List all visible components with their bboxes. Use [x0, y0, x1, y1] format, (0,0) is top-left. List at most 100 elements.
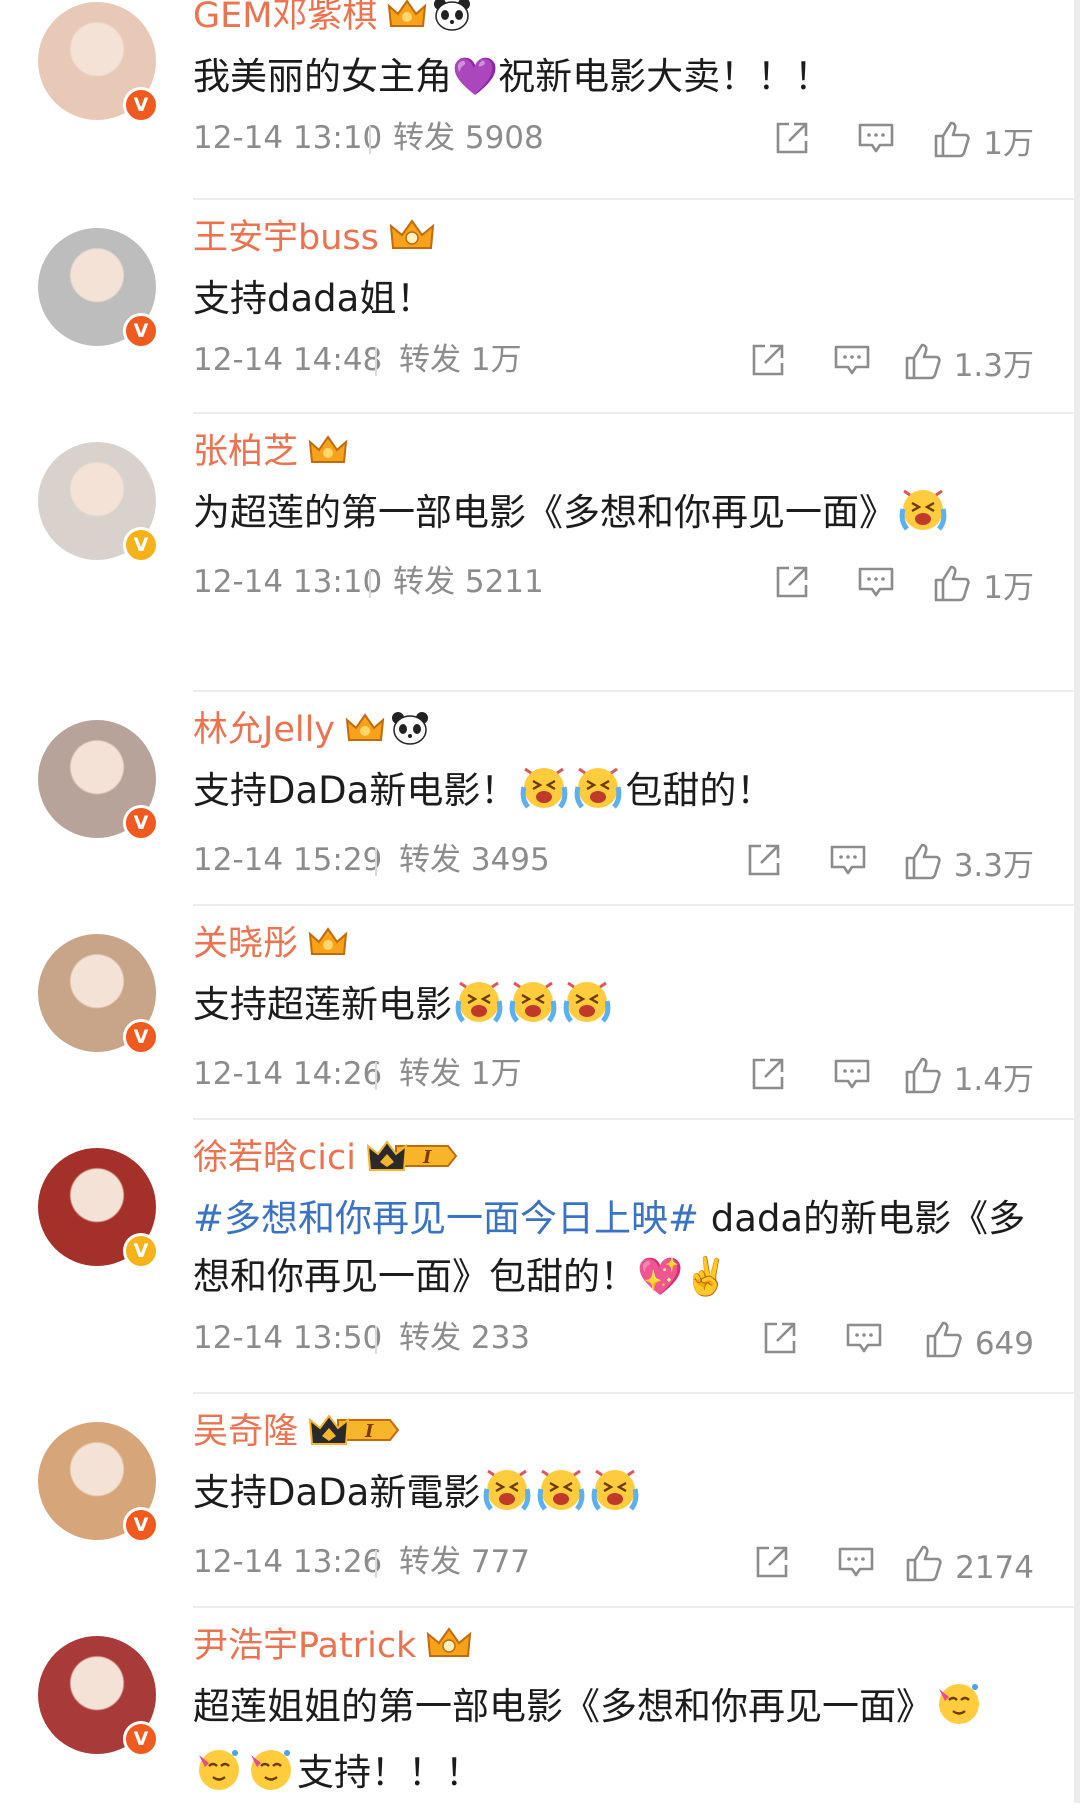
comment-text: 我美丽的女主角💜祝新电影大卖！！！	[193, 48, 1034, 106]
divider	[375, 348, 377, 376]
comment-icon[interactable]	[836, 1542, 876, 1582]
comment-meta: 12-14 14:48 转发 1万 1.3万	[193, 340, 1034, 384]
crown-icon	[389, 218, 435, 258]
verified-badge-icon: V	[123, 527, 159, 563]
comment-meta: 12-14 13:10 转发 5908 1万	[193, 118, 1034, 162]
fan-rank-icon: I	[308, 1412, 402, 1452]
comment-list: V GEM邓紫棋 我美丽的女主角💜祝新电影大卖！！！ 12-14 13:10 转…	[0, 0, 1080, 1803]
username[interactable]: 林允Jelly	[193, 708, 335, 752]
verified-badge-icon: V	[123, 313, 159, 349]
scrollbar[interactable]	[1074, 0, 1080, 1803]
comment-icon[interactable]	[832, 1054, 872, 1094]
repost-count[interactable]: 转发 1万	[399, 1054, 522, 1094]
verified-badge-icon: V	[123, 87, 159, 123]
timestamp: 12-14 15:29	[193, 842, 383, 878]
comment-text: 支持DaDa新电影！ 包甜的！	[193, 762, 1034, 828]
repost-icon[interactable]	[752, 1542, 792, 1582]
repost-icon[interactable]	[772, 118, 812, 158]
comment-body: 我美丽的女主角💜祝新电影大卖！！！	[193, 55, 832, 98]
comment-icon[interactable]	[832, 340, 872, 380]
like-icon	[902, 840, 944, 892]
divider	[375, 1326, 377, 1354]
repost-icon[interactable]	[760, 1318, 800, 1358]
like-button[interactable]: 1.4万	[892, 1054, 1034, 1106]
like-button[interactable]: 1万	[921, 562, 1034, 614]
repost-count[interactable]: 转发 5908	[393, 118, 544, 158]
like-count: 2174	[955, 1550, 1034, 1586]
avatar[interactable]: V	[38, 720, 159, 841]
comment-icon[interactable]	[828, 840, 868, 880]
avatar[interactable]: V	[38, 228, 159, 349]
hashtag-link[interactable]: #多想和你再见一面今日上映#	[193, 1197, 699, 1240]
verified-badge-icon: V	[123, 805, 159, 841]
verified-badge-icon: V	[123, 1721, 159, 1757]
repost-icon[interactable]	[748, 1054, 788, 1094]
like-count: 1万	[983, 570, 1034, 606]
repost-icon[interactable]	[744, 840, 784, 880]
divider	[375, 848, 377, 876]
svg-text:I: I	[364, 1421, 374, 1442]
like-button[interactable]: 2174	[893, 1542, 1034, 1594]
comment-divider	[193, 1118, 1080, 1120]
timestamp: 12-14 13:50	[193, 1320, 383, 1356]
comment-meta: 12-14 15:29 转发 3495 3.3万	[193, 840, 1034, 884]
comment-text: 为超莲的第一部电影《多想和你再见一面》	[193, 484, 1034, 550]
comment-text: 支持DaDa新電影	[193, 1464, 1034, 1530]
repost-icon[interactable]	[748, 340, 788, 380]
like-icon	[902, 340, 944, 392]
comment-divider	[193, 198, 1080, 200]
username[interactable]: 尹浩宇Patrick	[193, 1624, 416, 1668]
laugh-cry-emoji-icon	[590, 1465, 640, 1530]
avatar[interactable]: V	[38, 1636, 159, 1757]
avatar[interactable]: V	[38, 934, 159, 1055]
like-button[interactable]: 649	[913, 1318, 1034, 1370]
repost-icon[interactable]	[772, 562, 812, 602]
crown-icon	[308, 924, 348, 964]
username[interactable]: 王安宇buss	[193, 216, 379, 260]
comment-divider	[193, 412, 1080, 414]
timestamp: 12-14 13:10	[193, 120, 383, 156]
comment-text: 支持dada姐！	[193, 270, 1034, 328]
comment-text: #多想和你再见一面今日上映# dada的新电影《多想和你再见一面》包甜的！💖✌️	[193, 1190, 1034, 1306]
verified-badge-icon: V	[123, 1019, 159, 1055]
repost-count[interactable]: 转发 3495	[399, 840, 550, 880]
like-count: 1.3万	[953, 348, 1034, 384]
comment-icon[interactable]	[856, 562, 896, 602]
like-button[interactable]: 1.3万	[892, 340, 1034, 392]
crown-icon	[308, 432, 348, 472]
timestamp: 12-14 13:10	[193, 564, 383, 600]
repost-count[interactable]: 转发 777	[399, 1542, 530, 1582]
fan-rank-icon: I	[366, 1138, 460, 1178]
comment-body: 为超莲的第一部电影《多想和你再见一面》	[193, 491, 896, 534]
username[interactable]: 张柏芝	[193, 430, 298, 474]
repost-count[interactable]: 转发 1万	[399, 340, 522, 380]
divider	[375, 1062, 377, 1090]
verified-badge-icon: V	[123, 1507, 159, 1543]
comment-icon[interactable]	[844, 1318, 884, 1358]
party-face-icon	[935, 1679, 983, 1744]
divider	[369, 126, 371, 154]
repost-count[interactable]: 转发 233	[399, 1318, 530, 1358]
comment-meta: 12-14 13:50 转发 233 649	[193, 1318, 1034, 1362]
laugh-cry-emoji-icon	[898, 485, 948, 550]
repost-count[interactable]: 转发 5211	[393, 562, 544, 602]
comment-text: 支持超莲新电影	[193, 976, 1034, 1042]
like-button[interactable]: 3.3万	[892, 840, 1034, 892]
timestamp: 12-14 14:48	[193, 342, 383, 378]
avatar[interactable]: V	[38, 2, 159, 123]
like-icon	[902, 1054, 944, 1106]
avatar[interactable]: V	[38, 1422, 159, 1543]
username[interactable]: GEM邓紫棋	[193, 0, 377, 38]
party-face-icon	[247, 1745, 295, 1810]
like-count: 1万	[983, 126, 1034, 162]
avatar[interactable]: V	[38, 1148, 159, 1269]
comment-text: 超莲姐姐的第一部电影《多想和你再见一面》支持！！！	[193, 1678, 1034, 1810]
avatar[interactable]: V	[38, 442, 159, 563]
like-button[interactable]: 1万	[921, 118, 1034, 170]
comment-icon[interactable]	[856, 118, 896, 158]
username[interactable]: 关晓彤	[193, 922, 298, 966]
crown-icon	[426, 1626, 472, 1666]
username[interactable]: 吴奇隆	[193, 1410, 298, 1454]
comment-meta: 12-14 13:26 转发 777 2174	[193, 1542, 1034, 1586]
username[interactable]: 徐若晗cici	[193, 1136, 356, 1180]
